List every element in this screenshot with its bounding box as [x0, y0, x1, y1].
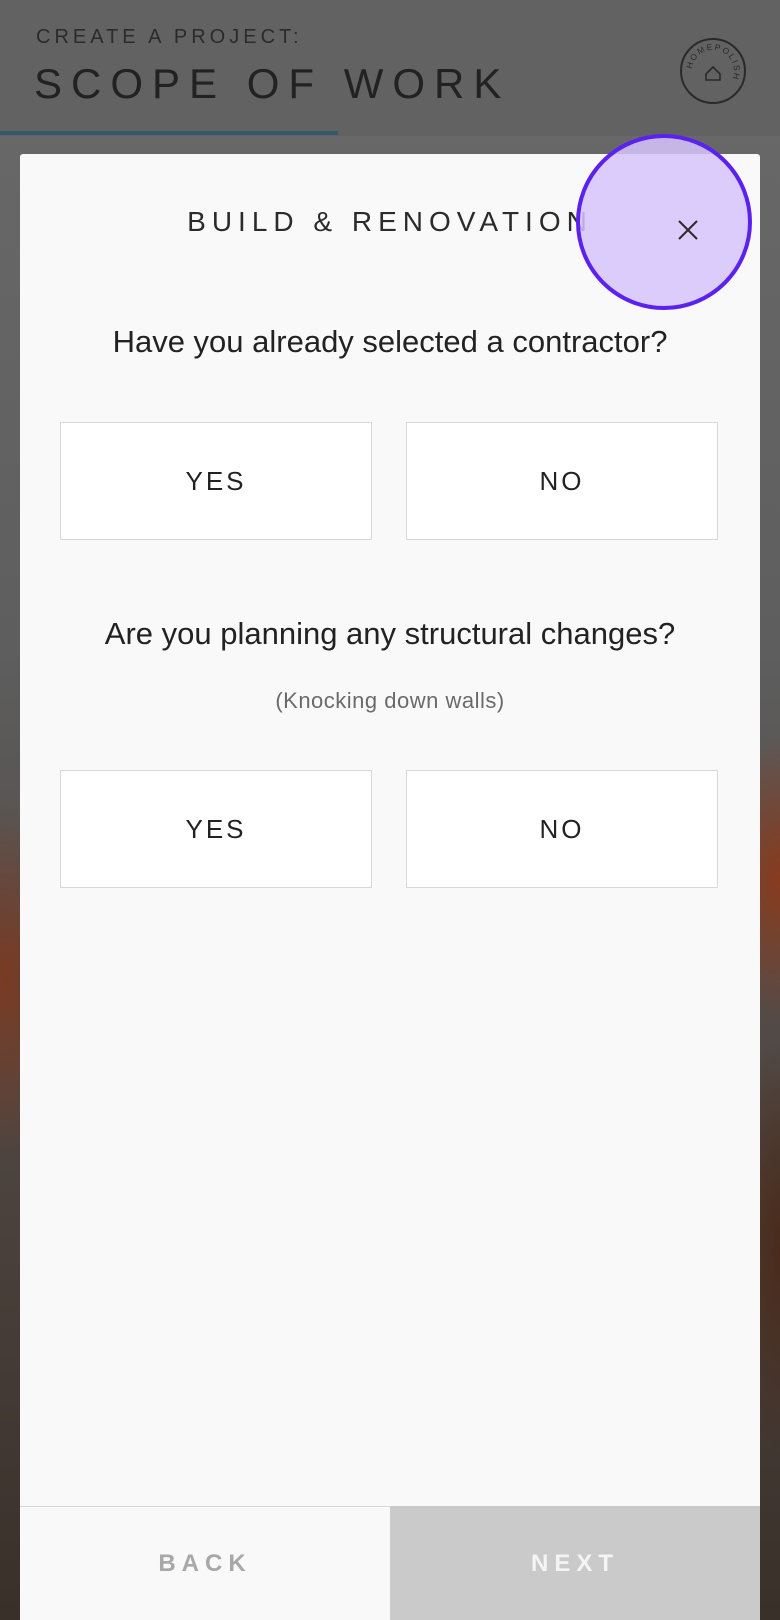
question-contractor: Have you already selected a contractor? — [112, 324, 668, 359]
question-structural-hint: (Knocking down walls) — [275, 688, 505, 713]
homepolish-logo: HOMEPOLISH — [680, 38, 746, 104]
page-title: SCOPE OF WORK — [34, 60, 511, 107]
house-icon — [705, 65, 721, 81]
build-renovation-modal: BUILD & RENOVATION Have you already sele… — [20, 154, 760, 1620]
modal-footer: BACK NEXT — [20, 1506, 760, 1620]
close-button[interactable] — [664, 206, 712, 254]
question-structural: Are you planning any structural changes? — [104, 616, 676, 651]
back-button[interactable]: BACK — [20, 1507, 390, 1620]
svg-text:HOMEPOLISH: HOMEPOLISH — [684, 42, 742, 82]
structural-yes-button[interactable]: YES — [60, 770, 372, 888]
contractor-yes-button[interactable]: YES — [60, 422, 372, 540]
logo-text: HOMEPOLISH — [684, 42, 741, 82]
header-eyebrow: CREATE A PROJECT: — [36, 26, 303, 48]
structural-no-button[interactable]: NO — [406, 770, 718, 888]
logo-mark: HOMEPOLISH — [684, 42, 742, 82]
close-icon — [678, 220, 698, 240]
progress-bar — [0, 131, 338, 135]
next-button[interactable]: NEXT — [390, 1506, 760, 1620]
page-header: CREATE A PROJECT: SCOPE OF WORK HOMEPOLI… — [0, 0, 780, 136]
contractor-no-button[interactable]: NO — [406, 422, 718, 540]
